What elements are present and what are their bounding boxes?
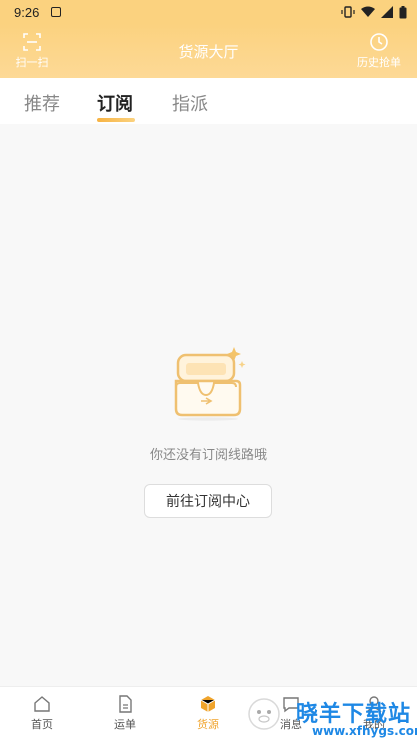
nav-waybill[interactable]: 运单 <box>100 695 150 732</box>
nav-cargo[interactable]: 货源 <box>183 695 233 732</box>
watermark-url: www.xfhygs.com <box>312 724 417 738</box>
tab-assigned[interactable]: 指派 <box>172 90 208 116</box>
status-bar: 9:26 <box>0 0 417 24</box>
status-time: 9:26 <box>14 4 40 20</box>
nav-waybill-label: 运单 <box>114 718 136 731</box>
wifi-icon <box>361 6 375 17</box>
tab-subscribe[interactable]: 订阅 <box>97 90 133 116</box>
app-header: 扫一扫 货源大厅 历史抢单 <box>0 24 417 78</box>
tab-bar: 推荐 订阅 指派 <box>0 78 417 124</box>
active-tab-indicator <box>97 118 135 122</box>
status-icons <box>341 5 407 19</box>
vibrate-icon <box>341 6 355 18</box>
clock-icon <box>370 33 388 51</box>
nav-home-label: 首页 <box>31 718 53 731</box>
history-label: 历史抢单 <box>357 56 401 69</box>
empty-message: 你还没有订阅线路哦 <box>149 448 267 463</box>
signal-icon <box>381 6 393 18</box>
watermark-logo-icon <box>248 698 280 730</box>
history-button[interactable]: 历史抢单 <box>355 32 403 70</box>
go-subscribe-button[interactable]: 前往订阅中心 <box>144 484 272 518</box>
cargo-box-icon <box>200 696 216 712</box>
nav-cargo-label: 货源 <box>197 718 219 731</box>
empty-box-icon <box>174 347 246 421</box>
battery-icon <box>399 5 407 18</box>
notification-icon <box>51 7 62 17</box>
document-icon <box>119 695 132 713</box>
tab-recommend[interactable]: 推荐 <box>24 90 60 116</box>
nav-home[interactable]: 首页 <box>17 695 67 732</box>
home-icon <box>34 696 50 712</box>
